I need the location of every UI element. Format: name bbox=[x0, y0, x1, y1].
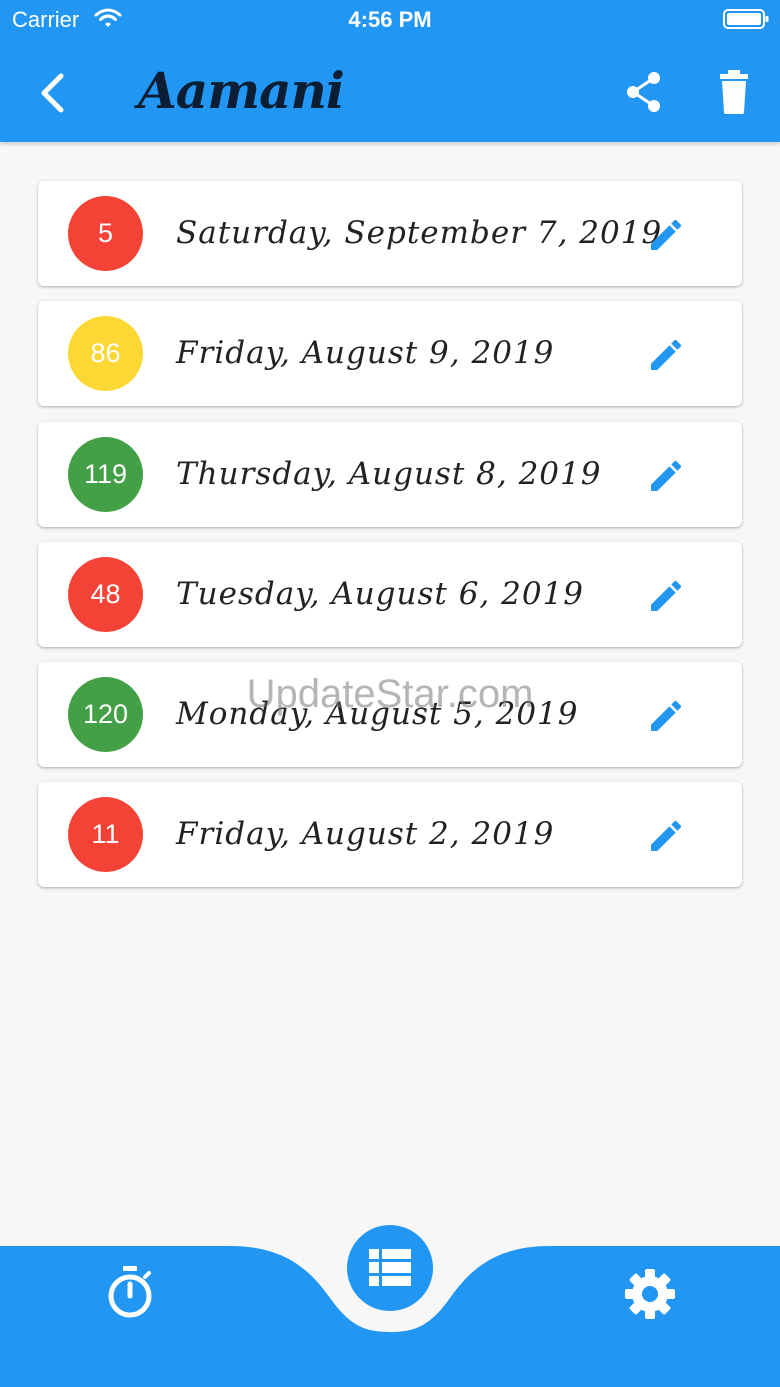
score-badge: 86 bbox=[68, 316, 143, 392]
entry-list: 5 Saturday, September 7, 2019 86 Friday,… bbox=[38, 181, 742, 903]
pencil-icon[interactable] bbox=[646, 696, 686, 736]
app-bar: Carrier 4:56 PM Aamani bbox=[0, 0, 780, 142]
score-badge: 48 bbox=[68, 556, 143, 632]
chevron-left-icon[interactable] bbox=[28, 68, 78, 118]
list-icon bbox=[369, 1249, 411, 1286]
bottom-nav bbox=[0, 1225, 780, 1387]
entry-date: Saturday, September 7, 2019 bbox=[176, 215, 663, 251]
score-badge: 120 bbox=[68, 677, 143, 753]
score-badge: 119 bbox=[68, 436, 143, 512]
entry-card[interactable]: 86 Friday, August 9, 2019 bbox=[38, 301, 742, 407]
status-time: 4:56 PM bbox=[348, 7, 432, 32]
entry-card[interactable]: 119 Thursday, August 8, 2019 bbox=[38, 421, 742, 527]
trash-icon[interactable] bbox=[710, 66, 758, 116]
score-badge: 11 bbox=[68, 797, 143, 873]
pencil-icon[interactable] bbox=[646, 215, 686, 255]
toolbar: Aamani bbox=[0, 40, 780, 142]
pencil-icon[interactable] bbox=[646, 576, 686, 616]
status-bar: Carrier 4:56 PM bbox=[0, 0, 780, 40]
entry-date: Tuesday, August 6, 2019 bbox=[176, 575, 585, 612]
share-icon[interactable] bbox=[620, 68, 668, 116]
pencil-icon[interactable] bbox=[646, 816, 686, 856]
app-title: Aamani bbox=[138, 61, 345, 120]
score-badge: 5 bbox=[68, 196, 143, 271]
gear-icon[interactable] bbox=[624, 1268, 676, 1320]
list-button[interactable] bbox=[347, 1225, 433, 1311]
entry-card[interactable]: 11 Friday, August 2, 2019 bbox=[38, 782, 742, 888]
battery-icon bbox=[723, 9, 769, 29]
entry-card[interactable]: 48 Tuesday, August 6, 2019 bbox=[38, 541, 742, 647]
stopwatch-icon[interactable] bbox=[104, 1264, 156, 1320]
entry-date: Monday, August 5, 2019 bbox=[176, 696, 579, 733]
entry-card[interactable]: 120 Monday, August 5, 2019 bbox=[38, 662, 742, 768]
entry-card[interactable]: 5 Saturday, September 7, 2019 bbox=[38, 181, 742, 286]
entry-date: Friday, August 9, 2019 bbox=[176, 335, 555, 372]
pencil-icon[interactable] bbox=[646, 456, 686, 496]
pencil-icon[interactable] bbox=[646, 335, 686, 375]
entry-date: Thursday, August 8, 2019 bbox=[176, 455, 602, 492]
entry-date: Friday, August 2, 2019 bbox=[176, 816, 555, 853]
